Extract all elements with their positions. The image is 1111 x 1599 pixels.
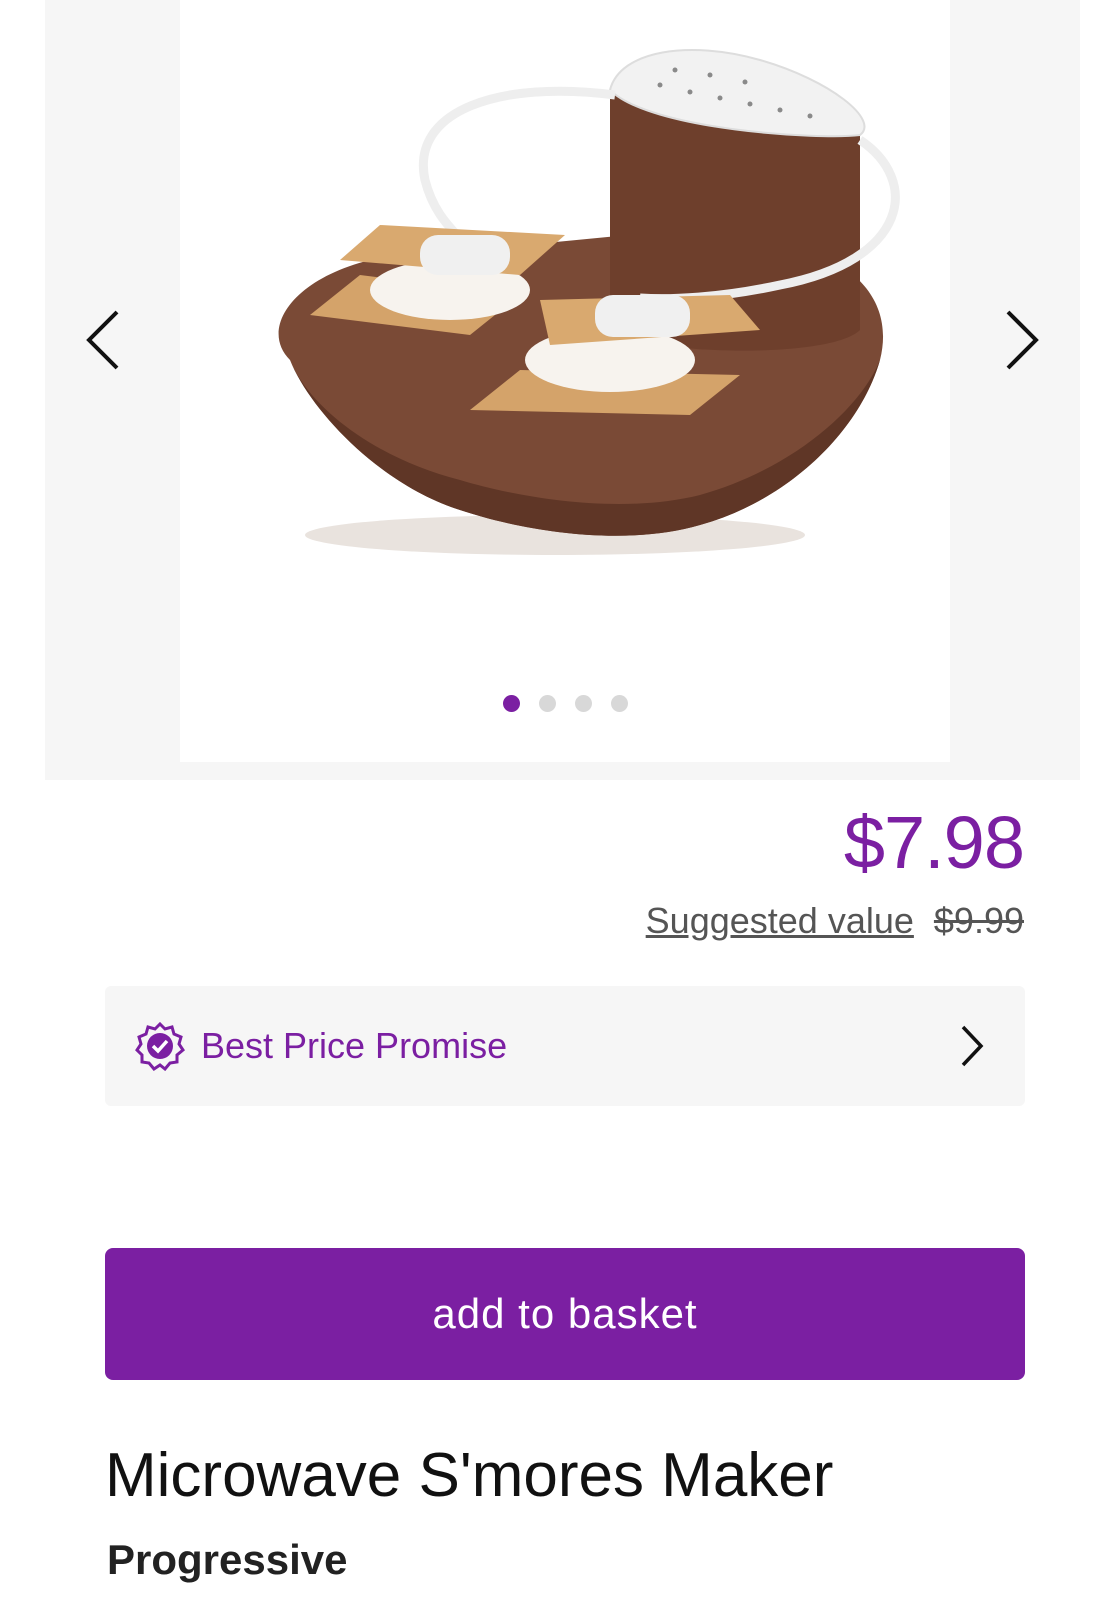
suggested-value: Suggested value $9.99 xyxy=(646,900,1024,942)
carousel-next-button[interactable] xyxy=(992,300,1052,380)
carousel-dot-1[interactable] xyxy=(502,695,520,712)
product-price: $7.98 xyxy=(843,801,1025,884)
best-price-promise-row[interactable]: Best Price Promise xyxy=(105,986,1025,1106)
best-price-promise-label: Best Price Promise xyxy=(201,1025,508,1066)
suggested-price: $9.99 xyxy=(933,900,1024,941)
suggested-value-link[interactable]: Suggested value xyxy=(646,900,914,941)
product-image xyxy=(278,49,900,555)
carousel-dot-3[interactable] xyxy=(574,695,592,712)
carousel-dot-4[interactable] xyxy=(610,695,628,712)
product-title: Microwave S'mores Maker xyxy=(105,1441,834,1510)
chevron-right-icon xyxy=(961,1025,984,1067)
chevron-right-icon xyxy=(1006,310,1039,370)
chevron-left-icon xyxy=(86,310,119,370)
carousel-prev-button[interactable] xyxy=(73,300,133,380)
add-to-basket-button[interactable]: add to basket xyxy=(105,1248,1025,1380)
image-carousel[interactable] xyxy=(45,0,1080,780)
carousel-dots xyxy=(180,695,950,712)
product-image-slide[interactable] xyxy=(180,0,950,762)
verified-badge-icon xyxy=(135,1021,185,1071)
product-brand[interactable]: Progressive xyxy=(107,1536,347,1584)
carousel-dot-2[interactable] xyxy=(538,695,556,712)
